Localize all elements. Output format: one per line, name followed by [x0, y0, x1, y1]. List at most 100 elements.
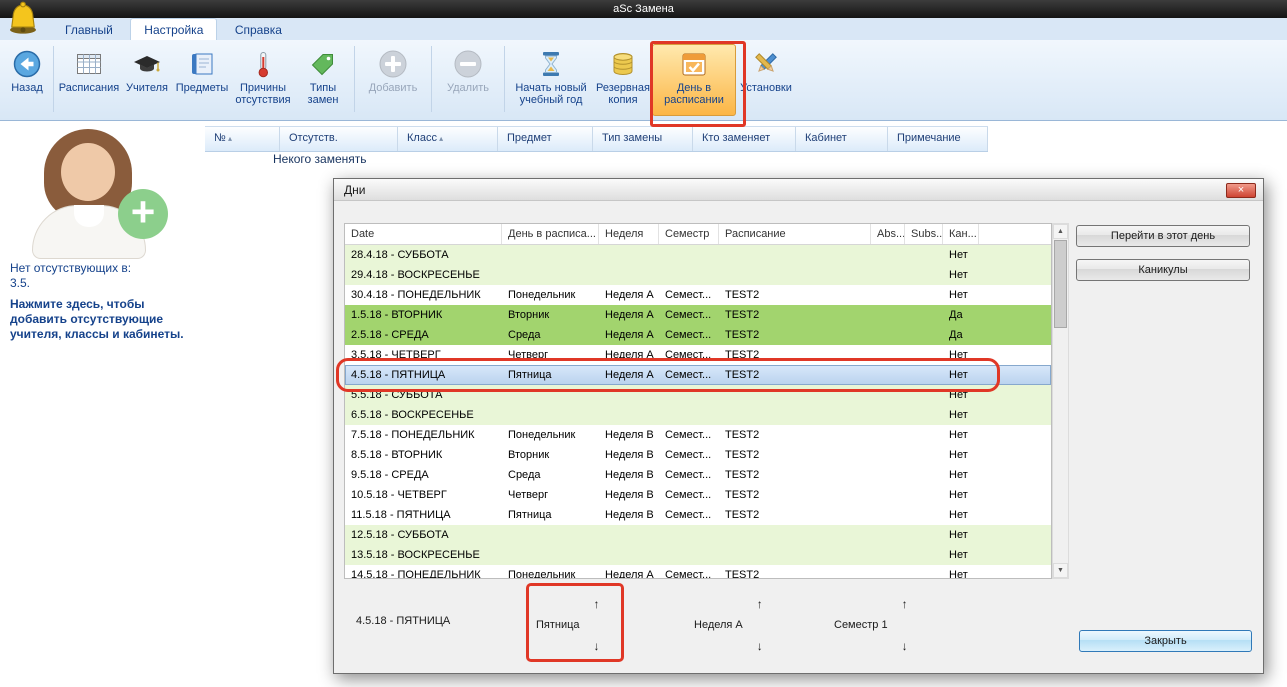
days-table-scrollbar[interactable]: ▲ ▼	[1052, 223, 1069, 579]
days-col-schedule[interactable]: Расписание	[719, 224, 871, 244]
ribbon-button-label: Типы замен	[308, 82, 339, 106]
days-col-day[interactable]: День в расписа...	[502, 224, 599, 244]
days-col-kan[interactable]: Кан...	[943, 224, 979, 244]
day-cell-schedule: TEST2	[719, 465, 871, 485]
day-row[interactable]: 12.5.18 - СУББОТАНет	[345, 525, 1051, 545]
tab-settings[interactable]: Настройка	[130, 18, 217, 40]
holidays-button[interactable]: Каникулы	[1076, 259, 1250, 281]
days-col-date[interactable]: Date	[345, 224, 502, 244]
days-col-term[interactable]: Семестр	[659, 224, 719, 244]
day-spinner-up-icon[interactable]: ↑	[594, 598, 600, 610]
day-row[interactable]: 14.5.18 - ПОНЕДЕЛЬНИКПонедельникНеделя A…	[345, 565, 1051, 579]
scroll-down-icon[interactable]: ▼	[1053, 563, 1068, 578]
subst-column-header[interactable]: Тип замены	[593, 127, 693, 151]
day-cell-day: Четверг	[502, 345, 599, 365]
no-absent-text: Нет отсутствующих в: 3.5.	[10, 261, 196, 291]
subst-column-header[interactable]: Класс ▴	[398, 127, 498, 151]
day-row[interactable]: 8.5.18 - ВТОРНИКВторникНеделя BСемест...…	[345, 445, 1051, 465]
days-dialog-titlebar[interactable]: Дни	[334, 179, 1263, 201]
tab-help[interactable]: Справка	[222, 19, 295, 41]
subst-column-header[interactable]: № ▴	[205, 127, 280, 151]
day-cell-term: Семест...	[659, 425, 719, 445]
day-row[interactable]: 3.5.18 - ЧЕТВЕРГЧетвергНеделя AСемест...…	[345, 345, 1051, 365]
subst-column-header[interactable]: Кто заменяет	[693, 127, 796, 151]
day-cell-schedule	[719, 385, 871, 405]
day-cell-subs	[905, 425, 943, 445]
day-cell-date: 7.5.18 - ПОНЕДЕЛЬНИК	[345, 425, 502, 445]
ribbon-button-backup[interactable]: Резервная копия	[594, 44, 652, 116]
day-cell-subs	[905, 385, 943, 405]
day-cell-date: 13.5.18 - ВОСКРЕСЕНЬЕ	[345, 545, 502, 565]
sort-asc-icon: ▴	[437, 134, 443, 143]
day-spinner-down-icon[interactable]: ↓	[594, 640, 600, 652]
dialog-close-icon[interactable]: ×	[1226, 183, 1256, 198]
ribbon-button-settings[interactable]: Установки	[736, 44, 796, 116]
ribbon-button-subjects[interactable]: Предметы	[173, 44, 231, 116]
ribbon-button-day-in-timetable[interactable]: День в расписании	[652, 44, 736, 116]
close-dialog-button[interactable]: Закрыть	[1079, 630, 1252, 652]
add-absent-hint[interactable]: Нажмите здесь, чтобы добавить отсутствую…	[10, 297, 186, 342]
day-row[interactable]: 5.5.18 - СУББОТАНет	[345, 385, 1051, 405]
days-col-subs[interactable]: Subs...	[905, 224, 943, 244]
scrollbar-thumb[interactable]	[1054, 240, 1067, 328]
day-cell-abs	[871, 525, 905, 545]
goto-day-button[interactable]: Перейти в этот день	[1076, 225, 1250, 247]
subst-column-header[interactable]: Кабинет	[796, 127, 888, 151]
day-cell-date: 5.5.18 - СУББОТА	[345, 385, 502, 405]
day-row[interactable]: 28.4.18 - СУББОТАНет	[345, 245, 1051, 265]
subst-column-header[interactable]: Предмет	[498, 127, 593, 151]
ribbon-button-label: Учителя	[126, 82, 168, 94]
day-cell-day	[502, 265, 599, 285]
week-spinner-up-icon[interactable]: ↑	[757, 598, 763, 610]
day-cell-term	[659, 265, 719, 285]
day-row[interactable]: 30.4.18 - ПОНЕДЕЛЬНИКПонедельникНеделя A…	[345, 285, 1051, 305]
day-row[interactable]: 4.5.18 - ПЯТНИЦАПятницаНеделя AСемест...…	[345, 365, 1051, 385]
day-cell-kan: Нет	[943, 425, 979, 445]
scroll-up-icon[interactable]: ▲	[1053, 224, 1068, 239]
add-absent-plus-icon[interactable]: +	[118, 189, 168, 239]
add-absent-avatar[interactable]: +	[28, 129, 168, 259]
day-cell-week: Неделя B	[599, 465, 659, 485]
days-col-week[interactable]: Неделя	[599, 224, 659, 244]
ribbon-button-timetables[interactable]: Расписания	[57, 44, 121, 116]
day-row[interactable]: 10.5.18 - ЧЕТВЕРГЧетвергНеделя BСемест..…	[345, 485, 1051, 505]
day-row[interactable]: 13.5.18 - ВОСКРЕСЕНЬЕ Нет	[345, 545, 1051, 565]
day-cell-term	[659, 405, 719, 425]
day-cell-term: Семест...	[659, 305, 719, 325]
day-cell-kan: Нет	[943, 405, 979, 425]
day-row[interactable]: 6.5.18 - ВОСКРЕСЕНЬЕНет	[345, 405, 1051, 425]
day-cell-abs	[871, 325, 905, 345]
subst-column-header[interactable]: Примечание	[888, 127, 988, 151]
ribbon-button-absence-reasons[interactable]: Причины отсутствия	[231, 44, 295, 116]
tab-main[interactable]: Главный	[52, 19, 126, 41]
ribbon-button-new-school-year[interactable]: Начать новый учебный год	[508, 44, 594, 116]
day-cell-day: Среда	[502, 465, 599, 485]
day-row[interactable]: 11.5.18 - ПЯТНИЦАПятницаНеделя BСемест..…	[345, 505, 1051, 525]
term-spinner-up-icon[interactable]: ↑	[902, 598, 908, 610]
day-row[interactable]: 2.5.18 - СРЕДАСредаНеделя AСемест...TEST…	[345, 325, 1051, 345]
day-cell-term: Семест...	[659, 345, 719, 365]
selected-date-label: 4.5.18 - ПЯТНИЦА	[356, 615, 450, 627]
teachers-icon	[132, 47, 162, 80]
day-cell-day	[502, 385, 599, 405]
ribbon-button-substitution-types[interactable]: Типы замен	[295, 44, 351, 116]
week-spinner-down-icon[interactable]: ↓	[757, 640, 763, 652]
day-cell-abs	[871, 445, 905, 465]
day-row[interactable]: 29.4.18 - ВОСКРЕСЕНЬЕНет	[345, 265, 1051, 285]
day-row[interactable]: 9.5.18 - СРЕДАСредаНеделя BСемест...TEST…	[345, 465, 1051, 485]
day-cell-kan: Нет	[943, 545, 979, 565]
day-row[interactable]: 1.5.18 - ВТОРНИКВторникНеделя AСемест...…	[345, 305, 1051, 325]
asc-bell-logo-icon[interactable]	[5, 1, 43, 37]
day-cell-abs	[871, 425, 905, 445]
ribbon-button-back[interactable]: Назад	[4, 44, 50, 116]
day-cell-term: Семест...	[659, 445, 719, 465]
day-cell-schedule	[719, 405, 871, 425]
day-cell-kan: Нет	[943, 285, 979, 305]
day-cell-term	[659, 245, 719, 265]
term-spinner-down-icon[interactable]: ↓	[902, 640, 908, 652]
days-col-abs[interactable]: Abs...	[871, 224, 905, 244]
day-cell-subs	[905, 465, 943, 485]
ribbon-button-teachers[interactable]: Учителя	[121, 44, 173, 116]
subst-column-header[interactable]: Отсутств.	[280, 127, 398, 151]
day-row[interactable]: 7.5.18 - ПОНЕДЕЛЬНИКПонедельникНеделя BС…	[345, 425, 1051, 445]
